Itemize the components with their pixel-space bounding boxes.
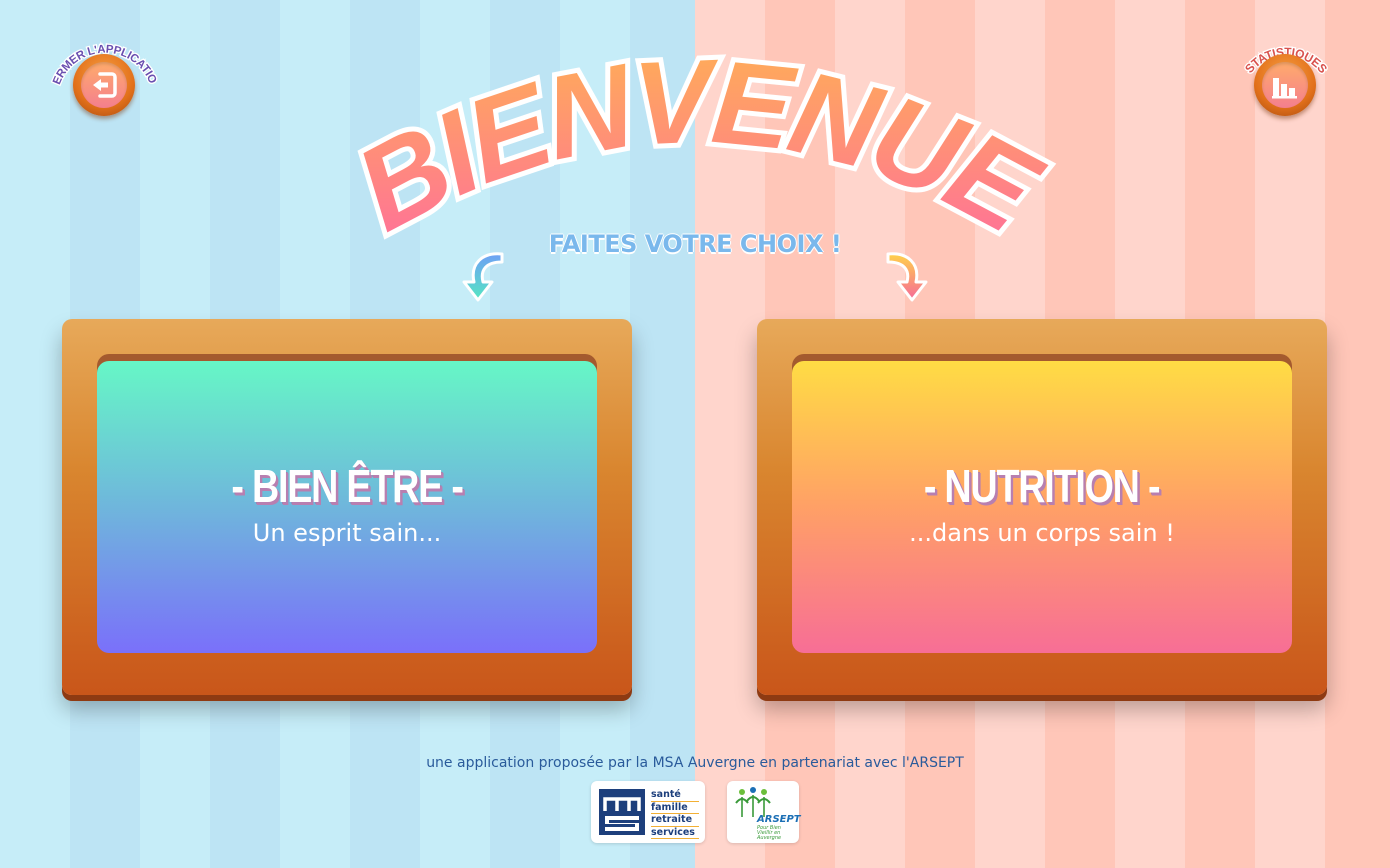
- wellbeing-subtitle: Un esprit sain...: [252, 519, 442, 547]
- nutrition-subtitle: ...dans un corps sain !: [909, 519, 1175, 547]
- nutrition-screen: - NUTRITION - ...dans un corps sain !: [792, 361, 1292, 653]
- nutrition-choice-card[interactable]: - NUTRITION - ...dans un corps sain !: [757, 319, 1327, 695]
- exit-door-icon: [93, 72, 117, 98]
- arsept-logo: ARSEPT Pour Bien Vieillir en Auvergne: [727, 781, 801, 843]
- choose-subtitle: FAITES VOTRE CHOIX !: [548, 230, 842, 258]
- footer-credits: une application proposée par la MSA Auve…: [426, 755, 964, 771]
- bar-chart-icon: [1272, 78, 1297, 99]
- msa-logo: santé famille retraite services: [591, 781, 705, 843]
- wellbeing-title: - BIEN ÊTRE -: [231, 460, 464, 512]
- close-app-button[interactable]: FERMER L'APPLICATION: [45, 24, 160, 124]
- svg-text:BIENVENUE: BIENVENUE: [336, 35, 1060, 260]
- nutrition-title: - NUTRITION -: [924, 460, 1161, 512]
- statistics-button[interactable]: STATISTIQUES: [1231, 34, 1341, 124]
- statistics-round[interactable]: [1254, 54, 1316, 116]
- wellbeing-choice-card[interactable]: - BIEN ÊTRE - Un esprit sain...: [62, 319, 632, 695]
- curved-arrow-down-left-icon: [462, 252, 504, 302]
- curved-arrow-down-right-icon: [886, 252, 928, 302]
- wellbeing-screen: - BIEN ÊTRE - Un esprit sain...: [97, 361, 597, 653]
- close-app-round[interactable]: [73, 54, 135, 116]
